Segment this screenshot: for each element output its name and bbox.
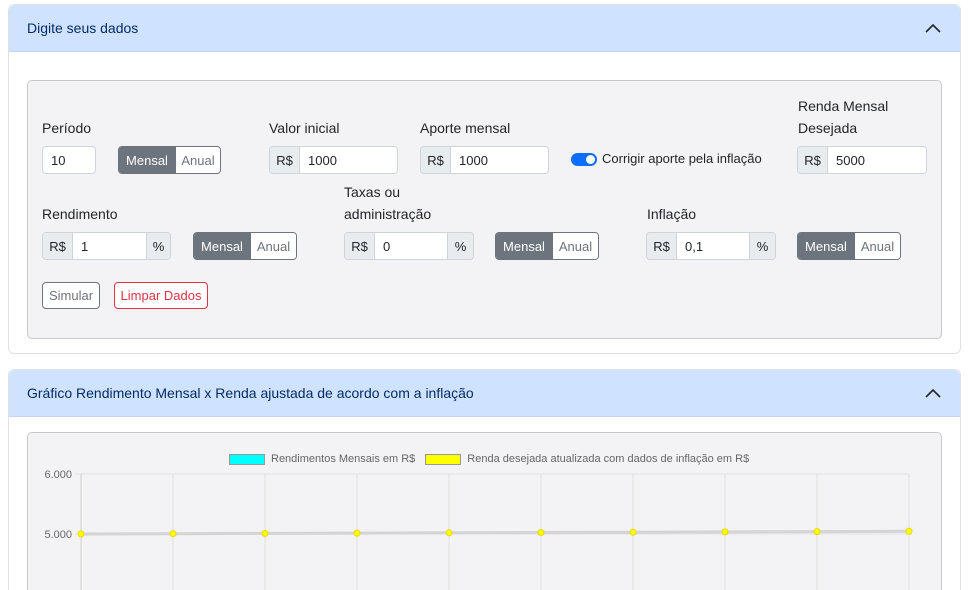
valor-inicial-input[interactable] [300, 147, 397, 173]
rendimento-suffix: % [146, 233, 170, 259]
rendimento-label: Rendimento [42, 206, 118, 222]
aporte-mensal-input[interactable] [451, 147, 548, 173]
rendimento-mensal-button[interactable]: Mensal [194, 233, 250, 259]
legend-swatch-rendimentos[interactable] [229, 453, 265, 465]
periodo-label: Período [42, 120, 92, 136]
taxas-input[interactable] [375, 233, 447, 259]
periodo-toggle: Mensal Anual [118, 146, 221, 174]
inflacao-anual-button[interactable]: Anual [854, 233, 900, 259]
periodo-input[interactable] [42, 146, 96, 174]
rendimento-anual-button[interactable]: Anual [250, 233, 296, 259]
corrigir-switch[interactable] [571, 153, 597, 166]
chevron-up-icon[interactable] [924, 19, 942, 37]
inflacao-input[interactable] [677, 233, 749, 259]
taxas-label-2: administração [344, 206, 432, 222]
legend-label-renda: Renda desejada atualizada com dados de i… [467, 453, 750, 465]
chart-card-header[interactable]: Gráfico Rendimento Mensal x Renda ajusta… [9, 370, 960, 417]
valor-inicial-prefix: R$ [270, 147, 300, 173]
aporte-mensal-prefix: R$ [421, 147, 451, 173]
inflacao-suffix: % [749, 233, 775, 259]
taxas-anual-button[interactable]: Anual [552, 233, 598, 259]
taxas-group: R$ % [344, 232, 474, 260]
chart-legend: Rendimentos Mensais em R$ Renda desejada… [229, 453, 749, 465]
legend-label-rendimentos: Rendimentos Mensais em R$ [271, 453, 416, 465]
inflacao-prefix: R$ [647, 233, 677, 259]
chevron-up-icon[interactable] [924, 384, 942, 402]
corrigir-label: Corrigir aporte pela inflação [602, 151, 762, 166]
aporte-mensal-label: Aporte mensal [420, 120, 511, 136]
renda-desejada-label-2: Desejada [798, 120, 858, 136]
simular-button[interactable]: Simular [42, 282, 100, 309]
inflacao-group: R$ % [646, 232, 776, 260]
rendimento-prefix: R$ [43, 233, 73, 259]
legend-swatch-renda[interactable] [425, 453, 462, 465]
aporte-mensal-group: R$ [420, 146, 549, 174]
taxas-toggle: Mensal Anual [495, 232, 599, 260]
limpar-dados-button[interactable]: Limpar Dados [114, 282, 208, 309]
form-card-title: Digite seus dados [27, 20, 139, 36]
inflacao-label: Inflação [647, 206, 697, 222]
valor-inicial-label: Valor inicial [269, 120, 340, 136]
periodo-mensal-button[interactable]: Mensal [119, 147, 175, 173]
inflacao-mensal-button[interactable]: Mensal [798, 233, 854, 259]
rendimento-group: R$ % [42, 232, 171, 260]
rendimento-input[interactable] [73, 233, 146, 259]
renda-desejada-group: R$ [797, 146, 927, 174]
renda-desejada-label-1: Renda Mensal [798, 98, 889, 114]
taxas-prefix: R$ [345, 233, 375, 259]
periodo-anual-button[interactable]: Anual [175, 147, 220, 173]
renda-desejada-input[interactable] [828, 147, 926, 173]
taxas-suffix: % [447, 233, 473, 259]
inflacao-toggle: Mensal Anual [797, 232, 901, 260]
form-card-header[interactable]: Digite seus dados [9, 5, 960, 52]
renda-desejada-prefix: R$ [798, 147, 828, 173]
rendimento-toggle: Mensal Anual [193, 232, 297, 260]
taxas-mensal-button[interactable]: Mensal [496, 233, 552, 259]
taxas-label-1: Taxas ou [344, 184, 401, 200]
valor-inicial-group: R$ [269, 146, 398, 174]
chart-card-title: Gráfico Rendimento Mensal x Renda ajusta… [27, 385, 474, 401]
